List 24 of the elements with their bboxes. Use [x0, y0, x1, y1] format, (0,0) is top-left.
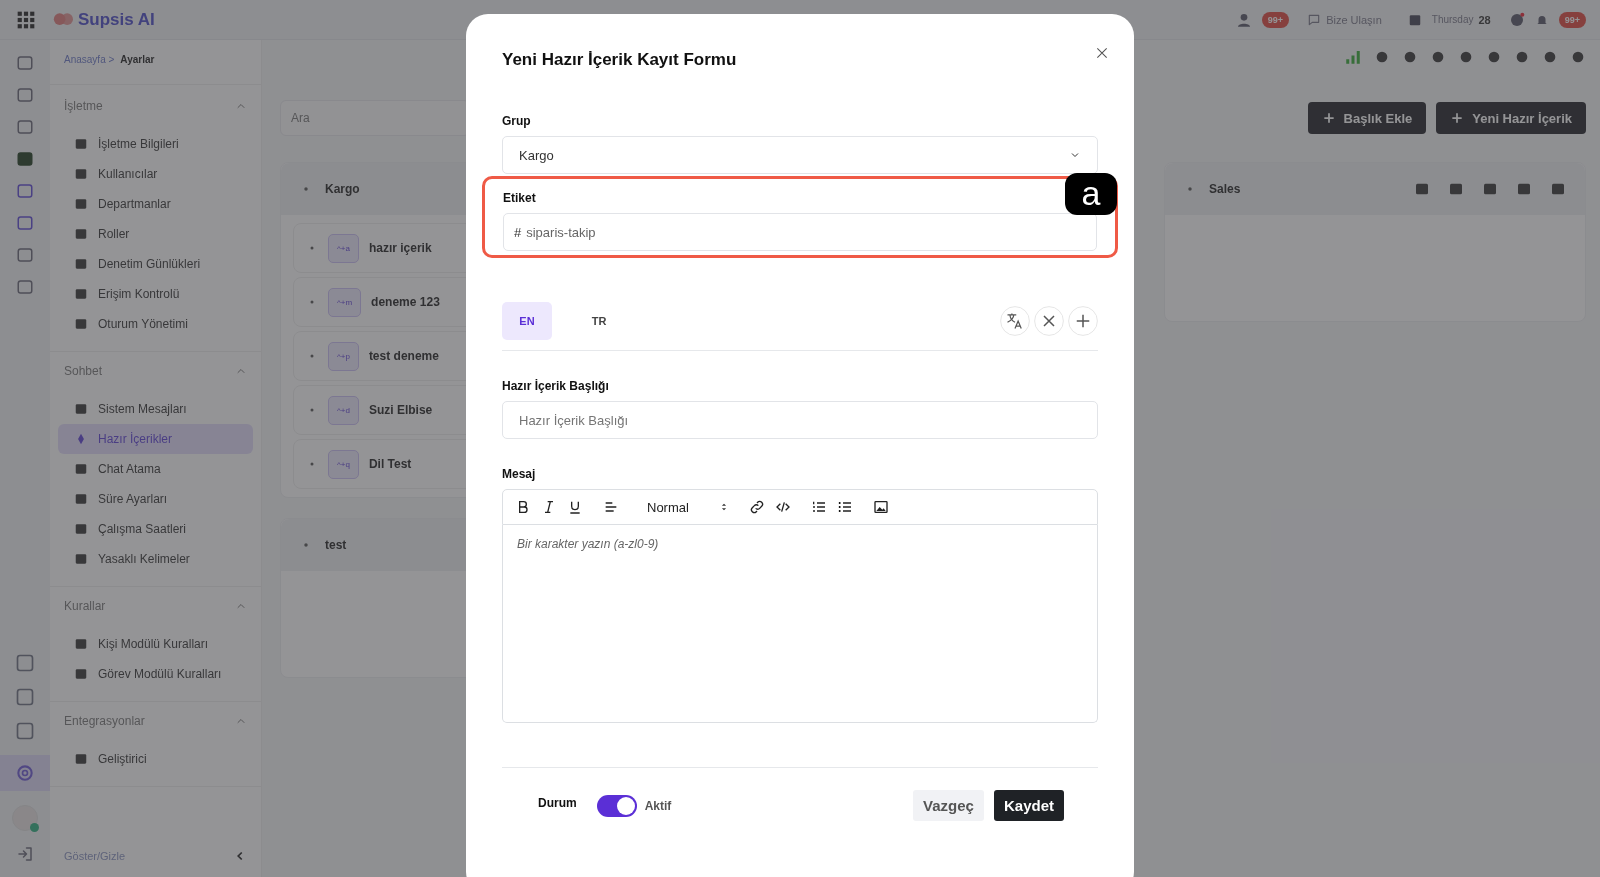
- content-title: test deneme: [368, 349, 439, 363]
- status-text: Aktif: [644, 798, 672, 813]
- dialog-title: Yeni Hazır İçerik Kayıt Formu: [502, 50, 737, 70]
- content-title: Dil Test: [368, 457, 412, 471]
- field-label: Etiket: [503, 191, 536, 205]
- breadcrumb-current: Ayarlar: [120, 54, 155, 65]
- group-title: test: [325, 538, 347, 552]
- date-number: 28: [1478, 13, 1491, 26]
- count-badge: 99+: [1261, 11, 1290, 28]
- field-label: Hazır İçerik Başlığı: [502, 379, 609, 393]
- logo-text: Supsis AI: [78, 9, 155, 30]
- content-title: hazır içerik: [368, 241, 432, 255]
- shortcut-badge: ^+p: [328, 341, 359, 371]
- shortcut-badge: ^+a: [328, 233, 359, 263]
- shortcut-badge: ^+m: [328, 287, 362, 317]
- group-title: Sales: [1209, 182, 1241, 196]
- field-label: Grup: [502, 114, 531, 128]
- field-label: Mesaj: [502, 467, 536, 481]
- group-title: Kargo: [325, 182, 360, 196]
- content-title: deneme 123: [371, 295, 440, 309]
- annotation-marker: a: [1065, 173, 1117, 215]
- count-badge: 99+: [1558, 11, 1586, 28]
- status-label: Durum: [538, 795, 577, 810]
- content-title: Suzi Elbise: [368, 403, 433, 417]
